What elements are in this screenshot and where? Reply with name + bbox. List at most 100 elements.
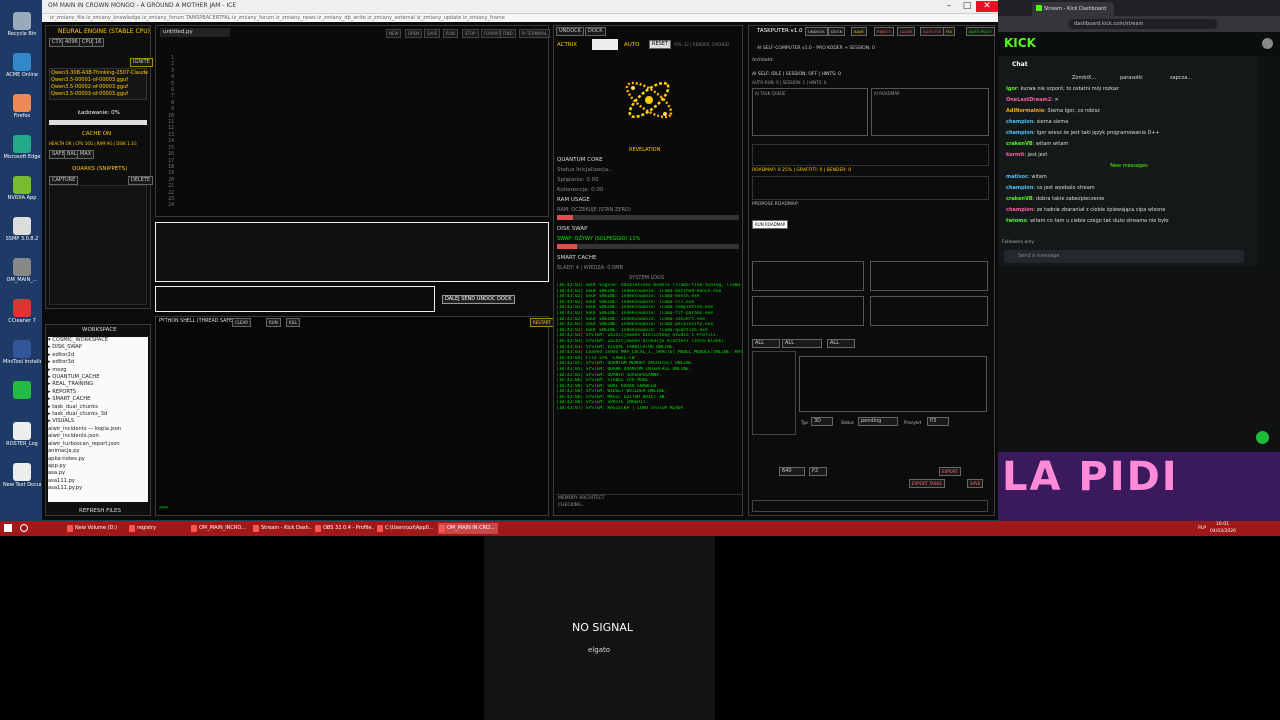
export-tasks-button[interactable]: EXPORT TASKS [909,479,945,488]
shell-prompt[interactable]: >>> [159,505,168,511]
chat-username[interactable]: matisoc [1006,174,1028,180]
task-list[interactable] [752,351,796,435]
dock-tab[interactable]: DOCK [585,27,606,36]
reset-button[interactable]: RESET [649,40,672,49]
desktop-icon[interactable]: CCleaner 7 [3,297,41,335]
bottom-select[interactable]: P2 [809,467,827,476]
task-detail-box[interactable] [799,356,987,412]
editor-tool-button[interactable]: PI TERMINAL [519,29,551,38]
desktop-icon[interactable]: ROSTER_Log [3,420,41,458]
desktop-icon[interactable]: NVIDIA App [3,174,41,212]
desktop-icon[interactable]: Recycle Bin [3,10,41,48]
editor-tool-button[interactable]: FIND [500,29,516,38]
model-item[interactable]: Qwen3-30B-A3B-Thinking-2507-Claude [51,70,148,76]
undock-tab[interactable]: UNDOCK [556,27,584,36]
tree-item[interactable]: animacja.py [48,448,148,455]
tree-item[interactable]: ▸ editor2d [48,352,148,359]
cpu-value-tab[interactable]: 16 [92,38,105,47]
desktop-icon[interactable] [3,379,41,417]
chat-username[interactable]: kermit [1006,152,1024,158]
address-bar[interactable]: dashboard.kick.com/stream [1068,19,1218,29]
code-area[interactable] [178,56,546,214]
taskputer-button[interactable]: AUTO PILOT [966,27,995,36]
desktop-icon[interactable]: SSMP 3.0.8.2 [3,215,41,253]
desktop-icon[interactable]: Firefox [3,92,41,130]
type-select[interactable]: 3D [811,417,833,426]
tree-item[interactable]: apka-notes.py [48,456,148,463]
chat-username[interactable]: champion [1006,207,1033,213]
tree-item[interactable]: ▸ editor3d [48,359,148,366]
filter-select[interactable]: ALL [782,339,822,348]
tree-item[interactable]: ▸ task_dual_chunks_3d [48,411,148,418]
editor-tool-button[interactable]: OPEN [405,29,423,38]
browser-tab[interactable]: Stream - Kick Dashboard [1032,2,1114,16]
taskputer-button[interactable]: REJECT [874,27,894,36]
model-item[interactable]: Qwen3.5-00003-of-00003.gguf [51,91,128,97]
desktop-icon[interactable]: OM_MAIN_... [3,256,41,294]
refresh-files-button[interactable]: REFRESH FILES [79,508,121,514]
language-indicator[interactable]: PLP [1198,526,1206,531]
ctx-value-tab[interactable]: 4096 [62,38,81,47]
tree-item[interactable]: ▸ VISUALS [48,418,148,425]
taskputer-button[interactable]: AUTO FIX [920,27,944,36]
tree-item[interactable]: ▸ REAL_TRAINING [48,381,148,388]
tree-item[interactable]: app.py [48,463,148,470]
ignite-button[interactable]: IGNITE [130,58,153,67]
desktop-icon[interactable]: New Text Document [3,461,41,499]
actrix-field[interactable] [592,39,618,50]
model-list[interactable]: Qwen3-30B-A3B-Thinking-2507-Claude Qwen3… [49,68,148,100]
editor-tab[interactable]: untitled.py [160,28,230,37]
prompt-input[interactable] [155,222,549,282]
bottom-select[interactable]: 640 [779,467,805,476]
model-item[interactable]: Qwen3.5-00002-of-00003.gguf [51,84,128,90]
taskputer-button[interactable]: DOCK [828,27,846,36]
tree-item[interactable]: ▸ mozg [48,367,148,374]
chat-input[interactable]: Send a message [1004,250,1244,263]
quarks-list[interactable] [49,185,147,305]
desktop-icon[interactable]: ACME Online [3,51,41,89]
chat-username[interactable]: crakenVB [1006,141,1033,147]
export-button[interactable]: EXPORT [939,467,961,476]
status-select[interactable]: pending [858,417,898,426]
auto-toggle[interactable]: AUTO [624,42,639,48]
capture-button[interactable]: CAPTURE [49,176,79,185]
roadmap-box[interactable]: AI ROADMAP [871,88,989,136]
tree-item[interactable]: asa.py [48,470,148,477]
tree-item[interactable]: asa111.py.py [48,485,148,492]
taskputer-button[interactable]: FIX [943,27,955,36]
taskbar-item[interactable]: Stream - Kick Dash... [252,523,312,534]
desktop-icon[interactable]: MiniTool Installer [3,338,41,376]
editor-tool-button[interactable]: RUN [443,29,458,38]
model-item[interactable]: Qwen3.5-00001-of-00003.gguf [51,77,128,83]
chat-username[interactable]: twiomo [1006,218,1027,224]
taskbar-item[interactable]: OBS 32.0.4 - Profile... [314,523,374,534]
shell-restart-button[interactable]: RESTART [530,318,554,327]
taskputer-button[interactable]: SAVE [851,27,867,36]
tree-item[interactable]: aiwir_turboscan_report.json [48,441,148,448]
priority-select[interactable]: P3 [927,417,949,426]
filter-select[interactable]: ALL [827,339,855,348]
taskbar-item[interactable]: C:\Users\szi\App0... [376,523,436,534]
shell-kill-button[interactable]: KILL [286,318,301,327]
tree-item[interactable]: ▾ COSMIC_WORKSPACE [48,337,148,344]
tree-item[interactable]: ▸ task_dual_chunks [48,404,148,411]
search-icon[interactable] [20,524,28,532]
editor-tool-button[interactable]: STOP [462,29,479,38]
save-tasks-button[interactable]: SAVE [967,479,984,488]
send-button[interactable]: DALEJ SEND UNDOC DOCK [442,295,515,304]
tree-item[interactable]: aiwir_incidents.json [48,433,148,440]
delete-button[interactable]: DELETE [128,176,154,185]
chat-username[interactable]: champion [1006,185,1033,191]
close-button[interactable]: ✕ [976,1,998,12]
tree-item[interactable]: ▸ REPORTS [48,389,148,396]
desktop-icon[interactable]: Microsoft Edge [3,133,41,171]
cache-max-button[interactable]: MAX [77,150,95,159]
clock-date[interactable]: 04/03/2026 [1210,529,1236,534]
chat-username[interactable]: OneLastDream2 [1006,97,1051,103]
start-icon[interactable] [4,524,12,532]
taskputer-button[interactable]: CLOSE [897,27,916,36]
chat-username[interactable]: champion [1006,130,1033,136]
chat-bubble-icon[interactable] [1256,431,1269,444]
kick-logo[interactable]: KICK [1004,36,1036,50]
tree-item[interactable]: ▸ DISK_SWAP [48,344,148,351]
